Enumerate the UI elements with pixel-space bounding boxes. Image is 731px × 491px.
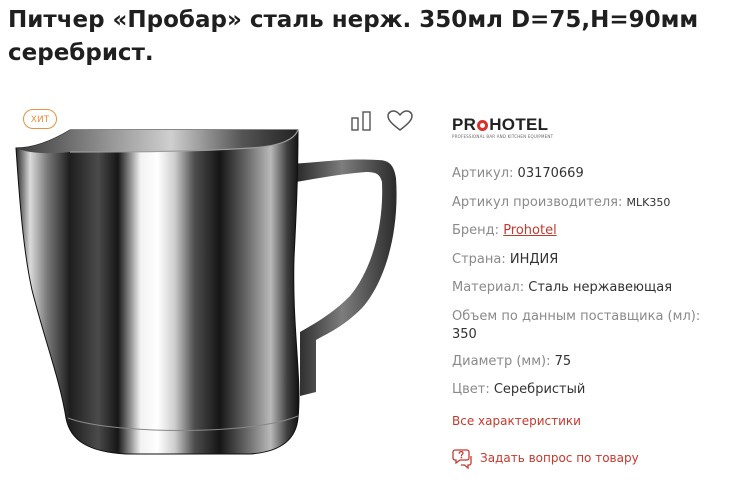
product-image <box>15 129 397 455</box>
brand-logo-o-mark <box>477 120 489 131</box>
spec-label: Диаметр (мм): <box>452 353 551 369</box>
spec-row-brand: Бренд: Prohotel <box>452 217 727 246</box>
spec-row-article: Артикул: 03170669 <box>452 160 727 189</box>
brand-logo-text-end: HOTEL <box>489 115 549 134</box>
brand-link[interactable]: Prohotel <box>503 223 557 238</box>
brand-logo-text-start: PR <box>452 115 477 134</box>
spec-row-material: Материал: Сталь нержавеющая <box>452 274 727 303</box>
spec-row-volume: Объем по данным поставщика (мл): 350 <box>452 303 727 348</box>
spec-value: Серебристый <box>493 382 586 397</box>
spec-row-color: Цвет: Серебристый <box>452 376 727 405</box>
spec-value: 350 <box>452 326 477 342</box>
spec-label: Артикул производителя: <box>452 194 623 210</box>
spec-label: Объем по данным поставщика (мл): <box>452 308 701 324</box>
spec-label: Материал: <box>452 280 525 295</box>
chat-question-icon <box>452 449 472 469</box>
all-specs-link[interactable]: Все характеристики <box>452 414 581 428</box>
ask-question-label: Задать вопрос по товару <box>480 451 639 465</box>
spec-value: 75 <box>554 353 572 369</box>
brand-logo-tagline: PROFESSIONAL BAR AND KITCHEN EQUIPMENT <box>452 134 554 139</box>
product-page: Питчер «Пробар» сталь нерж. 350мл D=75,H… <box>0 0 731 491</box>
spec-label: Страна: <box>452 251 506 267</box>
spec-row-diameter: Диаметр (мм): 75 <box>452 348 727 377</box>
brand-logo-wordmark: PR HOTEL <box>452 116 567 134</box>
brand-logo: PR HOTEL PROFESSIONAL BAR AND KITCHEN EQU… <box>452 116 567 142</box>
spec-label: Бренд: <box>452 223 500 238</box>
spec-value: ИНДИЯ <box>509 251 559 267</box>
spec-label: Цвет: <box>452 382 490 397</box>
spec-value: Сталь нержавеющая <box>528 280 673 295</box>
spec-row-country: Страна: ИНДИЯ <box>452 246 727 275</box>
spec-value: MLK350 <box>626 195 671 209</box>
product-title: Питчер «Пробар» сталь нерж. 350мл D=75,H… <box>8 7 699 66</box>
spec-label: Артикул: <box>452 166 514 181</box>
spec-row-manufacturer-article: Артикул производителя: MLK350 <box>452 189 727 218</box>
specs-list: Артикул: 03170669 Артикул производителя:… <box>452 160 727 405</box>
spec-value: 03170669 <box>517 166 584 181</box>
ask-question-link[interactable]: Задать вопрос по товару <box>452 446 639 470</box>
